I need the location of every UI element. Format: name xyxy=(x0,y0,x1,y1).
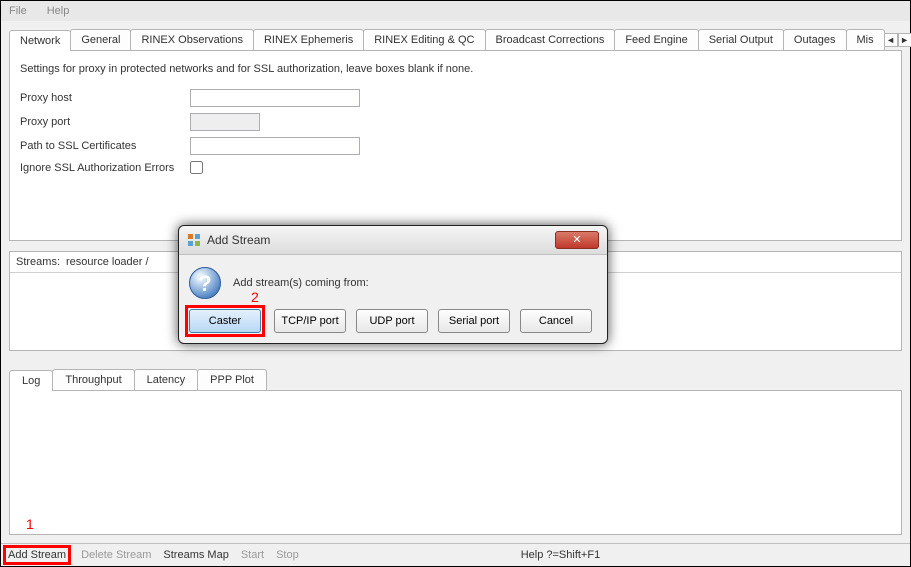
tab-rinex-eph[interactable]: RINEX Ephemeris xyxy=(253,29,364,50)
streams-text: resource loader / xyxy=(66,256,149,268)
add-stream-dialog: Add Stream ✕ ? Add stream(s) coming from… xyxy=(178,225,608,344)
streams-label: Streams: xyxy=(16,256,60,268)
proxy-host-label: Proxy host xyxy=(20,92,190,104)
tab-misc[interactable]: Mis xyxy=(846,29,885,50)
proxy-port-label: Proxy port xyxy=(20,116,190,128)
annotation-1: 1 xyxy=(26,516,34,532)
streams-map-button[interactable]: Streams Map xyxy=(163,549,228,561)
menu-help[interactable]: Help xyxy=(43,3,74,19)
question-icon: ? xyxy=(189,267,221,299)
network-description: Settings for proxy in protected networks… xyxy=(20,63,891,75)
proxy-port-input[interactable] xyxy=(190,113,260,131)
tab-general[interactable]: General xyxy=(70,29,131,50)
log-panel: 1 xyxy=(9,391,902,535)
dialog-message: Add stream(s) coming from: xyxy=(233,277,369,289)
menubar: File Help xyxy=(1,1,910,21)
dialog-title: Add Stream xyxy=(207,233,270,247)
tab-scroll-right-icon[interactable]: ► xyxy=(898,33,911,47)
ignore-ssl-label: Ignore SSL Authorization Errors xyxy=(20,162,190,174)
dialog-titlebar[interactable]: Add Stream ✕ xyxy=(179,226,607,255)
annotation-2: 2 xyxy=(251,289,259,305)
ssl-path-label: Path to SSL Certificates xyxy=(20,140,190,152)
tcpip-button[interactable]: TCP/IP port xyxy=(274,309,346,333)
tab-rinex-obs[interactable]: RINEX Observations xyxy=(130,29,253,50)
app-icon xyxy=(187,233,201,247)
tab-broadcast[interactable]: Broadcast Corrections xyxy=(485,29,616,50)
bottom-toolbar: Add Stream Delete Stream Streams Map Sta… xyxy=(1,543,910,566)
serial-button[interactable]: Serial port xyxy=(438,309,510,333)
tab-network[interactable]: Network xyxy=(9,30,71,51)
tab-serial-output[interactable]: Serial Output xyxy=(698,29,784,50)
proxy-host-input[interactable] xyxy=(190,89,360,107)
tab-throughput[interactable]: Throughput xyxy=(52,369,134,390)
tab-log[interactable]: Log xyxy=(9,370,53,391)
udp-button[interactable]: UDP port xyxy=(356,309,428,333)
tabs-bottom: Log Throughput Latency PPP Plot xyxy=(9,369,902,391)
tab-scroll-left-icon[interactable]: ◄ xyxy=(884,33,898,47)
close-icon[interactable]: ✕ xyxy=(555,231,599,249)
stop-button[interactable]: Stop xyxy=(276,549,299,561)
tab-outages[interactable]: Outages xyxy=(783,29,847,50)
ssl-path-input[interactable] xyxy=(190,137,360,155)
network-panel: Settings for proxy in protected networks… xyxy=(9,51,902,241)
tab-scroll-buttons: ◄ ► xyxy=(884,29,911,50)
caster-button[interactable]: Caster xyxy=(189,309,261,333)
cancel-button[interactable]: Cancel xyxy=(520,309,592,333)
tab-feed-engine[interactable]: Feed Engine xyxy=(614,29,698,50)
tab-latency[interactable]: Latency xyxy=(134,369,199,390)
menu-file[interactable]: File xyxy=(5,3,31,19)
tab-rinex-editing[interactable]: RINEX Editing & QC xyxy=(363,29,485,50)
delete-stream-button[interactable]: Delete Stream xyxy=(81,549,151,561)
add-stream-button[interactable]: Add Stream xyxy=(3,545,71,565)
tabs-top: Network General RINEX Observations RINEX… xyxy=(9,29,902,51)
start-button[interactable]: Start xyxy=(241,549,264,561)
help-text: Help ?=Shift+F1 xyxy=(521,549,601,561)
tab-ppp-plot[interactable]: PPP Plot xyxy=(197,369,267,390)
ignore-ssl-checkbox[interactable] xyxy=(190,161,203,174)
